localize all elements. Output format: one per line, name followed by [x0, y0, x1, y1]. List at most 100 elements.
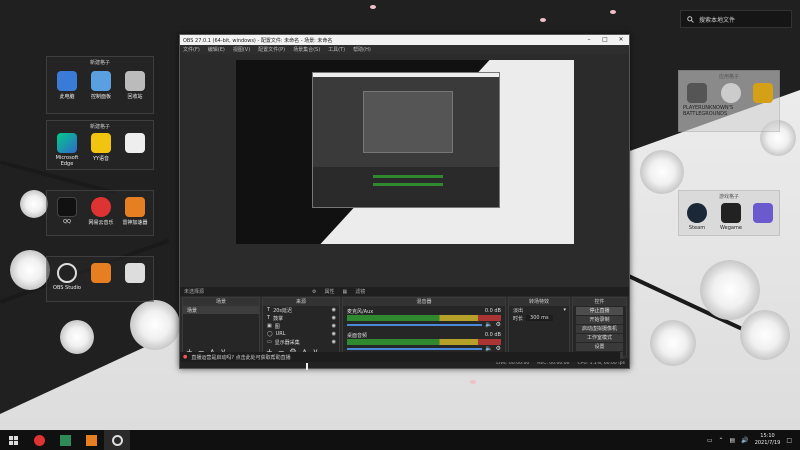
start-virtual-camera-button[interactable]: 启动虚拟摄像机 [576, 325, 623, 333]
docks: 场景 场景 + − ∧ ∨ 来源 T 20s延迟 ◉ T 鼓掌 ◉ ▣ 图 ◉ ◯ URL ◉ … [180, 297, 629, 360]
preview-canvas[interactable] [236, 60, 574, 244]
group-title: 新建格子 [89, 124, 110, 130]
display-source-icon: ▭ [267, 339, 272, 345]
wallpaper-blossom [740, 310, 790, 360]
image-source-icon: ▣ [267, 323, 272, 329]
speaker-icon[interactable]: 🔈 [485, 321, 492, 328]
wallpaper-blossom [10, 250, 50, 290]
desktop-icon-yy[interactable]: YY语音 [87, 133, 115, 162]
taskbar-app2[interactable] [78, 430, 104, 450]
desktop-icon-edge[interactable]: Microsoft Edge [53, 133, 81, 167]
obs-titlebar[interactable]: OBS 27.0.1 (64-bit, windows) - 配置文件: 未命名… [180, 35, 629, 45]
menu-file[interactable]: 文件(F) [183, 46, 200, 53]
source-item[interactable]: ◯ URL ◉ [263, 330, 339, 338]
menu-edit[interactable]: 编辑(E) [208, 46, 225, 53]
start-recording-button[interactable]: 开始录制 [576, 316, 623, 324]
window-title: OBS 27.0.1 (64-bit, windows) - 配置文件: 未命名… [183, 37, 333, 44]
monitor-icon[interactable]: ▭ [707, 437, 713, 444]
visibility-icon[interactable]: ◉ [332, 315, 339, 321]
yy-icon [91, 133, 111, 153]
group-title: 游戏格子 [718, 194, 739, 200]
desktop-icon-wegame[interactable]: Wegame [717, 203, 745, 231]
desktop-icon-obs[interactable]: OBS Studio [53, 263, 81, 291]
desktop-icon-app2[interactable] [717, 83, 745, 105]
file-icon [125, 133, 145, 153]
taskbar: ▭ ⌃ ▤ 🔊 15:10 2021/7/19 □ [0, 430, 800, 450]
menu-help[interactable]: 帮助(H) [353, 46, 371, 53]
menu-view[interactable]: 视图(V) [233, 46, 250, 53]
desktop-icon-control-panel[interactable]: 控制面板 [87, 71, 115, 100]
notification-icon[interactable]: □ [786, 437, 792, 444]
settings-button[interactable]: 设置 [576, 343, 623, 351]
app-icon [721, 83, 741, 103]
desktop-icon-qq[interactable]: QQ [53, 197, 81, 225]
wallpaper-blossom [60, 320, 94, 354]
studio-mode-button[interactable]: 工作室模式 [576, 334, 623, 342]
source-item[interactable]: ▭ 显示器采集 ◉ [263, 338, 339, 346]
scenes-dock: 场景 场景 + − ∧ ∨ [182, 297, 260, 357]
preview-area[interactable] [180, 54, 629, 288]
notice-text: 直播运营是启动吗? 点击此处可获取帮助直播 [191, 354, 291, 361]
taskbar-obs[interactable] [104, 430, 130, 450]
clock[interactable]: 15:10 2021/7/19 [755, 433, 781, 447]
gear-icon[interactable]: ⚙ [496, 345, 501, 352]
source-item[interactable]: T 20s延迟 ◉ [263, 306, 339, 314]
obs-icon [111, 434, 123, 446]
desktop-search-box[interactable]: 搜索本地文件 [680, 10, 792, 28]
scenes-header: 场景 [183, 298, 259, 306]
taskbar-netease-music[interactable] [26, 430, 52, 450]
properties-button[interactable]: 属性 [325, 288, 335, 295]
desktop-icon-recycle-bin[interactable]: 回收站 [121, 71, 149, 100]
this-pc-icon [57, 71, 77, 91]
source-item[interactable]: T 鼓掌 ◉ [263, 314, 339, 322]
filter-icon[interactable]: ▦ [343, 289, 348, 295]
control-panel-icon [91, 71, 111, 91]
menu-profile[interactable]: 配置文件(P) [258, 46, 285, 53]
steam-icon [687, 203, 707, 223]
speaker-icon[interactable]: 🔈 [485, 345, 492, 352]
start-button[interactable] [0, 430, 26, 450]
volume-icon[interactable]: 🔊 [741, 437, 748, 444]
controls-dock: 控件 停止直播 开始录制 启动虚拟摄像机 工作室模式 设置 退出 [572, 297, 627, 360]
visibility-icon[interactable]: ◉ [332, 323, 339, 329]
notification-bar[interactable]: ● 直播运营是启动吗? 点击此处可获取帮助直播 [180, 352, 620, 362]
maximize-icon[interactable]: □ [597, 35, 613, 45]
source-item[interactable]: ▣ 图 ◉ [263, 322, 339, 330]
search-label: 搜索本地文件 [699, 16, 736, 24]
close-icon[interactable]: ✕ [613, 35, 629, 45]
visibility-icon[interactable]: ◉ [332, 339, 339, 345]
wallpaper-petal [610, 10, 616, 14]
obs-window[interactable]: OBS 27.0.1 (64-bit, windows) - 配置文件: 未命名… [179, 34, 630, 369]
desktop-icon-app[interactable] [87, 263, 115, 285]
desktop-icon-pubg[interactable]: PLAYERUNKNOWN'S BATTLEGROUNDS [683, 83, 733, 117]
filters-button[interactable]: 滤镜 [355, 288, 365, 295]
desktop-icon-steam[interactable]: Steam [683, 203, 711, 231]
app-icon [91, 263, 111, 283]
desktop-icon-leishen[interactable]: 雷神加速器 [121, 197, 149, 226]
desktop-icon-this-pc[interactable]: 此电脑 [53, 71, 81, 100]
transition-select[interactable]: 淡出 ▾ [509, 306, 569, 314]
stop-streaming-button[interactable]: 停止直播 [576, 307, 623, 315]
gear-icon[interactable]: ⚙ [496, 321, 501, 328]
gear-icon[interactable]: ⚙ [312, 289, 316, 295]
menu-tools[interactable]: 工具(T) [328, 46, 345, 53]
desktop-icon-file[interactable] [121, 133, 149, 155]
minimize-icon[interactable]: – [581, 35, 597, 45]
menu-scene-collection[interactable]: 场景集合(S) [293, 46, 320, 53]
transition-duration[interactable]: 时长 300 ms [509, 314, 569, 322]
visibility-icon[interactable]: ◉ [332, 307, 339, 313]
chevron-up-icon[interactable]: ⌃ [719, 437, 724, 444]
desktop-icon-baidu[interactable] [121, 263, 149, 285]
volume-slider[interactable] [347, 323, 483, 326]
taskbar-app[interactable] [52, 430, 78, 450]
volume-slider[interactable] [347, 347, 483, 350]
mixer-header: 混音器 [343, 298, 505, 306]
group-title: 新建格子 [89, 60, 110, 66]
desktop-icon-netease-music[interactable]: 网易云音乐 [87, 197, 115, 226]
visibility-icon[interactable]: ◉ [332, 331, 339, 337]
network-icon[interactable]: ▤ [730, 437, 736, 444]
scene-item[interactable]: 场景 [183, 306, 259, 314]
wallpaper-blossom [130, 300, 180, 350]
desktop-icon-app4[interactable] [749, 203, 777, 225]
desktop-icon-app3[interactable] [749, 83, 777, 105]
